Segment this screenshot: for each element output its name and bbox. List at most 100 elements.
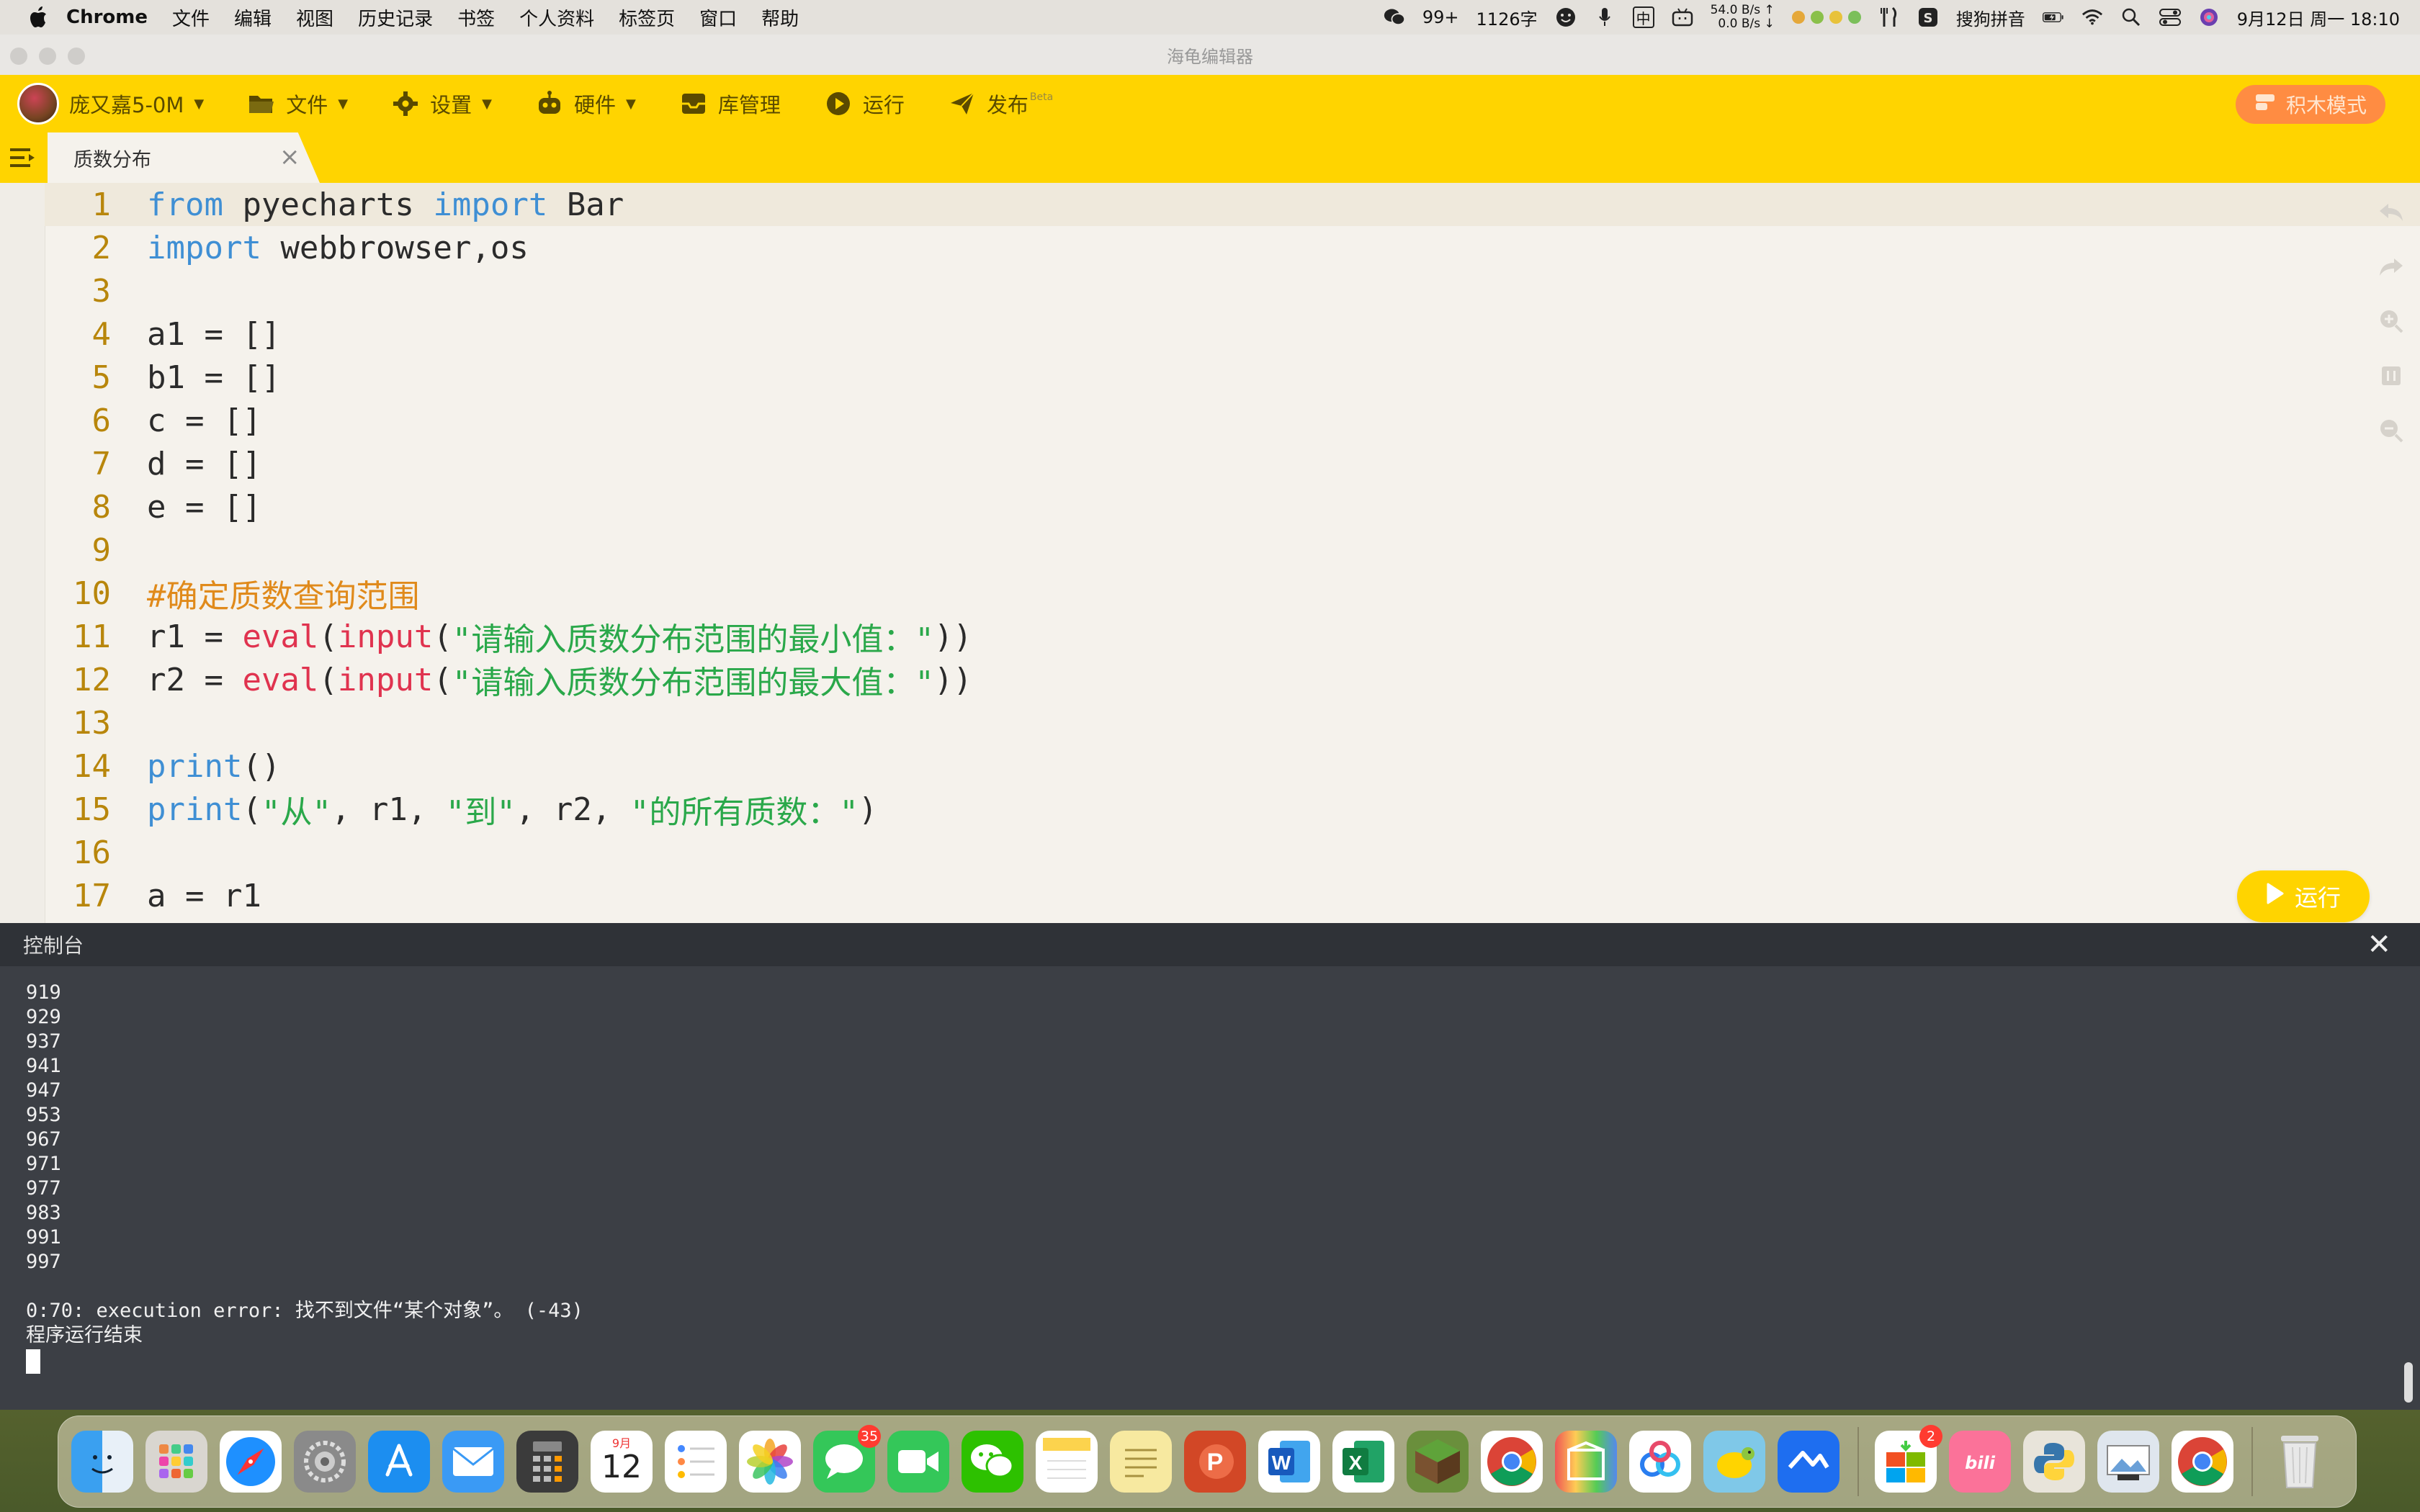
menu-file[interactable]: 文件 bbox=[172, 4, 210, 31]
minimize-window-button[interactable] bbox=[39, 48, 56, 65]
zoom-reset-icon[interactable] bbox=[2377, 361, 2406, 390]
messages-icon[interactable]: 35 bbox=[813, 1425, 881, 1493]
code-lines[interactable]: 1 from pyecharts import Bar 2 import web… bbox=[45, 183, 2420, 917]
code-line[interactable]: 15 print("从", r1, "到", r2, "的所有质数：") bbox=[45, 788, 2420, 832]
redo-icon[interactable] bbox=[2377, 252, 2406, 281]
preview-icon[interactable] bbox=[2097, 1431, 2159, 1493]
archiver-icon[interactable] bbox=[1555, 1431, 1617, 1493]
menu-profiles[interactable]: 个人资料 bbox=[519, 4, 594, 31]
zoom-window-button[interactable] bbox=[68, 48, 85, 65]
app-store-icon[interactable] bbox=[368, 1431, 430, 1493]
powerpoint-icon[interactable]: P bbox=[1184, 1431, 1246, 1493]
turtle-editor-icon[interactable] bbox=[1703, 1431, 1765, 1493]
wechat-icon[interactable] bbox=[962, 1431, 1023, 1493]
bilibili-status-icon[interactable] bbox=[1672, 6, 1693, 28]
facetime-icon[interactable] bbox=[887, 1431, 949, 1493]
notes-icon[interactable] bbox=[1036, 1431, 1098, 1493]
wifi-icon[interactable] bbox=[2081, 6, 2103, 28]
block-mode-button[interactable]: 积木模式 bbox=[2235, 85, 2385, 124]
menu-app-name[interactable]: Chrome bbox=[66, 6, 148, 28]
code-line[interactable]: 16 bbox=[45, 831, 2420, 874]
code-line[interactable]: 17 a = r1 bbox=[45, 874, 2420, 917]
smiley-icon[interactable] bbox=[1555, 6, 1577, 28]
photos-icon[interactable] bbox=[739, 1431, 801, 1493]
ime-char-box[interactable]: 中 bbox=[1632, 6, 1654, 28]
code-line[interactable]: 10 #确定质数查询范围 bbox=[45, 572, 2420, 616]
clock-datetime[interactable]: 9月12日 周一 18:10 bbox=[2237, 5, 2400, 30]
settings-menu[interactable]: 设置 ▼ bbox=[391, 89, 492, 119]
control-center-icon[interactable] bbox=[2159, 6, 2181, 28]
feishu-icon[interactable] bbox=[1778, 1431, 1839, 1493]
code-line[interactable]: 8 e = [] bbox=[45, 485, 2420, 528]
menu-bookmarks[interactable]: 书签 bbox=[457, 4, 495, 31]
outline-toggle-button[interactable] bbox=[9, 145, 36, 170]
minecraft-icon[interactable] bbox=[1407, 1431, 1469, 1493]
code-line[interactable]: 4 a1 = [] bbox=[45, 312, 2420, 356]
console-output[interactable]: 919 929 937 941 947 953 967 971 977 983 … bbox=[0, 966, 2420, 1374]
code-line[interactable]: 2 import webbrowser,os bbox=[45, 226, 2420, 269]
code-line[interactable]: 3 bbox=[45, 269, 2420, 312]
zoom-in-icon[interactable] bbox=[2377, 307, 2406, 336]
user-menu[interactable]: 庞又嘉5-0M ▼ bbox=[17, 83, 204, 125]
menu-window[interactable]: 窗口 bbox=[699, 4, 737, 31]
stickies-icon[interactable] bbox=[1110, 1431, 1172, 1493]
hardware-menu[interactable]: 硬件 ▼ bbox=[535, 89, 636, 119]
tab-prime-distribution[interactable]: 质数分布 × bbox=[48, 132, 320, 183]
menu-tabs[interactable]: 标签页 bbox=[619, 4, 675, 31]
code-line[interactable]: 11 r1 = eval(input("请输入质数分布范围的最小值：")) bbox=[45, 615, 2420, 659]
input-method-label[interactable]: 搜狗拼音 bbox=[1956, 5, 2025, 30]
library-manager-button[interactable]: 库管理 bbox=[679, 89, 781, 119]
line-number: 10 bbox=[73, 575, 111, 612]
siri-icon[interactable] bbox=[2198, 6, 2220, 28]
code-line[interactable]: 13 bbox=[45, 701, 2420, 744]
menu-help[interactable]: 帮助 bbox=[761, 4, 799, 31]
trash-icon[interactable] bbox=[2269, 1431, 2331, 1493]
sogou-icon[interactable]: S bbox=[1917, 6, 1939, 28]
undo-icon[interactable] bbox=[2377, 197, 2406, 226]
fork-knife-icon[interactable] bbox=[1878, 6, 1900, 28]
run-floating-button[interactable]: 运行 bbox=[2237, 870, 2370, 922]
baidu-netdisk-icon[interactable] bbox=[1629, 1431, 1691, 1493]
reminders-icon[interactable] bbox=[665, 1431, 727, 1493]
run-toolbar-button[interactable]: 运行 bbox=[824, 89, 905, 119]
menu-edit[interactable]: 编辑 bbox=[234, 4, 272, 31]
calculator-icon[interactable] bbox=[516, 1431, 578, 1493]
menu-history[interactable]: 历史记录 bbox=[358, 4, 433, 31]
chrome-icon[interactable] bbox=[1481, 1431, 1543, 1493]
menu-view[interactable]: 视图 bbox=[296, 4, 333, 31]
zoom-out-icon[interactable] bbox=[2377, 416, 2406, 445]
publish-button[interactable]: 发布 Beta bbox=[948, 89, 1053, 119]
console-input-cursor[interactable] bbox=[26, 1349, 40, 1374]
python-idle-icon[interactable] bbox=[2023, 1431, 2085, 1493]
excel-icon[interactable]: X bbox=[1332, 1431, 1394, 1493]
code-line[interactable]: 5 b1 = [] bbox=[45, 356, 2420, 399]
code-line[interactable]: 12 r2 = eval(input("请输入质数分布范围的最大值：")) bbox=[45, 658, 2420, 702]
code-line[interactable]: 6 c = [] bbox=[45, 399, 2420, 442]
system-preferences-icon[interactable] bbox=[294, 1431, 356, 1493]
calendar-icon[interactable]: 9月 12 bbox=[591, 1431, 653, 1493]
code-line[interactable]: 1 from pyecharts import Bar bbox=[45, 183, 2420, 226]
code-editor[interactable]: 1 from pyecharts import Bar 2 import web… bbox=[0, 183, 2420, 923]
search-icon[interactable] bbox=[2120, 6, 2142, 28]
file-menu[interactable]: 文件 ▼ bbox=[247, 89, 348, 119]
apple-menu-icon[interactable] bbox=[26, 5, 50, 30]
close-icon[interactable]: × bbox=[279, 143, 300, 171]
chrome-profile-icon[interactable] bbox=[2172, 1431, 2233, 1493]
code-line[interactable]: 14 print() bbox=[45, 744, 2420, 788]
wechat-status-icon[interactable] bbox=[1384, 6, 1405, 28]
microphone-icon[interactable] bbox=[1594, 6, 1615, 28]
battery-icon[interactable] bbox=[2042, 6, 2064, 28]
code-line[interactable]: 9 bbox=[45, 528, 2420, 572]
code-line[interactable]: 7 d = [] bbox=[45, 442, 2420, 485]
console-scrollbar[interactable] bbox=[2404, 1362, 2413, 1403]
close-window-button[interactable] bbox=[10, 48, 27, 65]
finder-icon[interactable] bbox=[71, 1431, 133, 1493]
launchpad-icon[interactable] bbox=[145, 1431, 207, 1493]
safari-icon[interactable] bbox=[220, 1431, 282, 1493]
close-icon[interactable]: ✕ bbox=[2367, 930, 2391, 959]
window-titlebar[interactable]: 海龟编辑器 bbox=[0, 35, 2420, 75]
word-icon[interactable]: W bbox=[1258, 1431, 1320, 1493]
bilibili-icon[interactable]: bili bbox=[1949, 1431, 2011, 1493]
mail-icon[interactable] bbox=[442, 1431, 504, 1493]
app-installer-icon[interactable]: 2 bbox=[1875, 1425, 1942, 1493]
